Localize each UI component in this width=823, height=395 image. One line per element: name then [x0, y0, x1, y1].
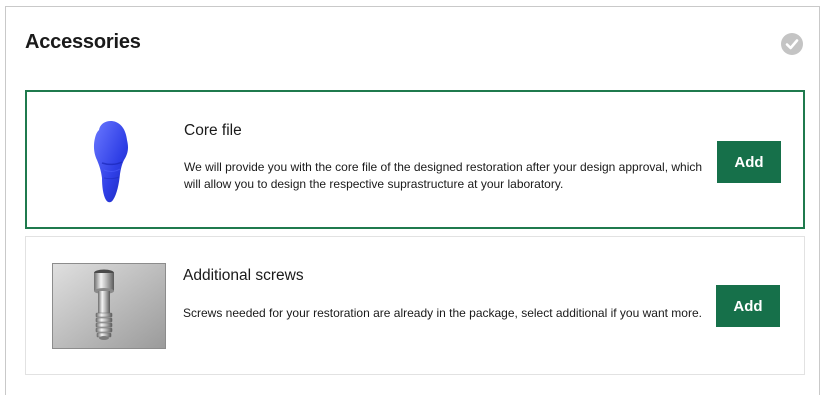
core-file-description: We will provide you with the core file o… [184, 160, 703, 191]
core-file-image [82, 118, 142, 206]
add-core-file-button[interactable]: Add [717, 141, 781, 183]
additional-screws-description: Screws needed for your restoration are a… [183, 306, 702, 320]
screw-image [52, 263, 166, 349]
add-additional-screws-button[interactable]: Add [716, 285, 780, 327]
additional-screws-title: Additional screws [183, 267, 304, 284]
accessories-panel: Accessories Core file We will provide yo… [5, 6, 820, 395]
section-title: Accessories [25, 31, 141, 53]
check-circle-icon [781, 33, 803, 55]
accessory-card-additional-screws[interactable]: Additional screws Screws needed for your… [25, 236, 805, 375]
core-file-title: Core file [184, 122, 242, 139]
accessory-card-core-file[interactable]: Core file We will provide you with the c… [25, 90, 805, 229]
